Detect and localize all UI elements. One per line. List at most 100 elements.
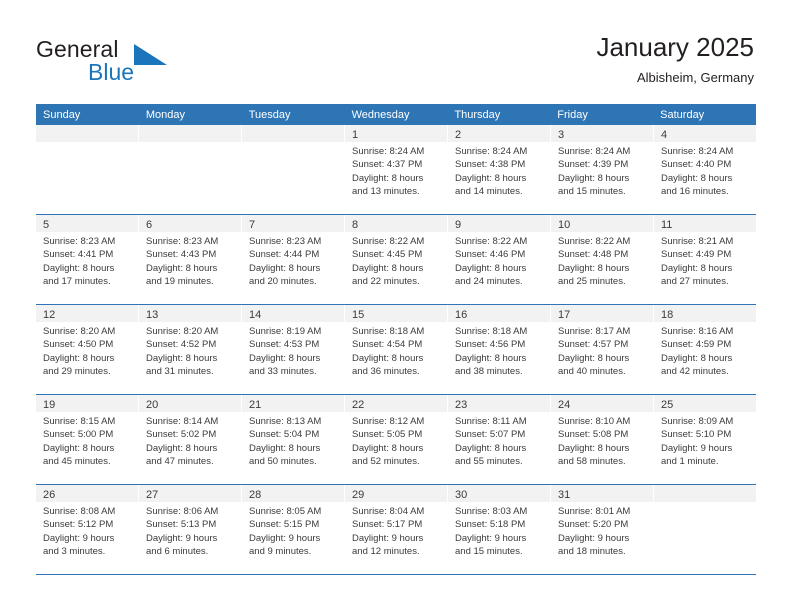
sunrise-text: Sunrise: 8:21 AM	[661, 236, 734, 247]
day-number-band: 9	[448, 215, 550, 232]
day-number: 22	[352, 399, 365, 411]
sunrise-text: Sunrise: 8:23 AM	[146, 236, 219, 247]
calendar-day-cell[interactable]: 8 Sunrise: 8:22 AM Sunset: 4:45 PM Daylight…	[345, 215, 448, 304]
calendar-day-cell[interactable]: 13 Sunrise: 8:20 AM Sunset: 4:52 PM Dayligh…	[139, 305, 242, 394]
day-number: 15	[352, 309, 365, 321]
day-number: 17	[558, 309, 571, 321]
calendar-day-cell[interactable]: 12 Sunrise: 8:20 AM Sunset: 4:50 PM Dayligh…	[36, 305, 139, 394]
calendar-day-cell[interactable]: 10 Sunrise: 8:22 AM Sunset: 4:48 PM Dayligh…	[551, 215, 654, 304]
daylight-text: Daylight: 8 hours	[661, 172, 733, 184]
calendar-day-cell[interactable]: 3 Sunrise: 8:24 AM Sunset: 4:39 PM Daylight…	[551, 125, 654, 214]
sunrise-text: Sunrise: 8:24 AM	[558, 146, 631, 157]
sunset-text: Sunset: 5:12 PM	[43, 519, 114, 531]
sunset-text: Sunset: 5:13 PM	[146, 519, 217, 531]
calendar-day-cell[interactable]: 6 Sunrise: 8:23 AM Sunset: 4:43 PM Daylight…	[139, 215, 242, 304]
daylight-text-cont: and 17 minutes.	[43, 276, 111, 288]
day-details: Sunrise: 8:06 AM Sunset: 5:13 PM Daylight:…	[139, 502, 241, 559]
day-number-band	[36, 125, 138, 142]
sunrise-text: Sunrise: 8:09 AM	[661, 416, 734, 427]
day-details: Sunrise: 8:12 AM Sunset: 5:05 PM Daylight:…	[345, 412, 447, 469]
daylight-text: Daylight: 8 hours	[455, 442, 527, 454]
day-details: Sunrise: 8:22 AM Sunset: 4:46 PM Daylight:…	[448, 232, 550, 289]
sunset-text: Sunset: 5:05 PM	[352, 429, 423, 441]
day-details	[139, 142, 241, 145]
sunset-text: Sunset: 4:52 PM	[146, 339, 217, 351]
calendar-day-cell[interactable]: 24 Sunrise: 8:10 AM Sunset: 5:08 PM Dayligh…	[551, 395, 654, 484]
calendar-day-cell[interactable]: 17 Sunrise: 8:17 AM Sunset: 4:57 PM Dayligh…	[551, 305, 654, 394]
day-details: Sunrise: 8:03 AM Sunset: 5:18 PM Daylight:…	[448, 502, 550, 559]
calendar-day-cell[interactable]: 29 Sunrise: 8:04 AM Sunset: 5:17 PM Dayligh…	[345, 485, 448, 574]
day-number-band: 31	[551, 485, 653, 502]
calendar-day-cell[interactable]: 1 Sunrise: 8:24 AM Sunset: 4:37 PM Daylight…	[345, 125, 448, 214]
daylight-text: Daylight: 8 hours	[352, 352, 424, 364]
day-number: 29	[352, 489, 365, 501]
daylight-text-cont: and 38 minutes.	[455, 366, 523, 378]
sunset-text: Sunset: 4:50 PM	[43, 339, 114, 351]
day-number-band: 22	[345, 395, 447, 412]
calendar-day-cell[interactable]: 18 Sunrise: 8:16 AM Sunset: 4:59 PM Dayligh…	[654, 305, 756, 394]
daylight-text: Daylight: 8 hours	[43, 352, 115, 364]
sunrise-text: Sunrise: 8:16 AM	[661, 326, 734, 337]
calendar-day-cell[interactable]: 21 Sunrise: 8:13 AM Sunset: 5:04 PM Dayligh…	[242, 395, 345, 484]
calendar-day-cell[interactable]: 9 Sunrise: 8:22 AM Sunset: 4:46 PM Daylight…	[448, 215, 551, 304]
weekday-header-sunday: Sunday	[43, 109, 81, 121]
calendar-day-cell[interactable]: 22 Sunrise: 8:12 AM Sunset: 5:05 PM Dayligh…	[345, 395, 448, 484]
sunrise-text: Sunrise: 8:17 AM	[558, 326, 631, 337]
day-number-band: 6	[139, 215, 241, 232]
day-number-band: 21	[242, 395, 344, 412]
sunset-text: Sunset: 4:37 PM	[352, 159, 423, 171]
calendar-day-cell[interactable]: 27 Sunrise: 8:06 AM Sunset: 5:13 PM Dayligh…	[139, 485, 242, 574]
calendar-day-cell[interactable]: 11 Sunrise: 8:21 AM Sunset: 4:49 PM Dayligh…	[654, 215, 756, 304]
calendar-day-cell[interactable]: 7 Sunrise: 8:23 AM Sunset: 4:44 PM Daylight…	[242, 215, 345, 304]
daylight-text-cont: and 25 minutes.	[558, 276, 626, 288]
day-number-band: 14	[242, 305, 344, 322]
daylight-text-cont: and 6 minutes.	[146, 546, 209, 558]
day-number-band: 17	[551, 305, 653, 322]
calendar-day-cell[interactable]: 23 Sunrise: 8:11 AM Sunset: 5:07 PM Dayligh…	[448, 395, 551, 484]
daylight-text: Daylight: 9 hours	[558, 532, 630, 544]
sunset-text: Sunset: 4:43 PM	[146, 249, 217, 261]
day-details: Sunrise: 8:10 AM Sunset: 5:08 PM Daylight:…	[551, 412, 653, 469]
sunset-text: Sunset: 4:46 PM	[455, 249, 526, 261]
sunset-text: Sunset: 4:41 PM	[43, 249, 114, 261]
calendar-day-cell[interactable]: 20 Sunrise: 8:14 AM Sunset: 5:02 PM Dayligh…	[139, 395, 242, 484]
daylight-text-cont: and 27 minutes.	[661, 276, 729, 288]
sunrise-text: Sunrise: 8:23 AM	[249, 236, 322, 247]
day-number-band: 23	[448, 395, 550, 412]
day-details: Sunrise: 8:18 AM Sunset: 4:56 PM Daylight:…	[448, 322, 550, 379]
calendar-day-cell[interactable]: 30 Sunrise: 8:03 AM Sunset: 5:18 PM Dayligh…	[448, 485, 551, 574]
daylight-text-cont: and 9 minutes.	[249, 546, 312, 558]
calendar-grid: Sunday Monday Tuesday Wednesday Thursday…	[36, 104, 756, 575]
calendar-week-row: 26 Sunrise: 8:08 AM Sunset: 5:12 PM Dayligh…	[36, 485, 756, 575]
sunset-text: Sunset: 4:57 PM	[558, 339, 629, 351]
general-blue-logo[interactable]: General Blue	[36, 36, 236, 92]
sunrise-text: Sunrise: 8:08 AM	[43, 506, 116, 517]
day-details: Sunrise: 8:20 AM Sunset: 4:50 PM Daylight:…	[36, 322, 138, 379]
day-details	[242, 142, 344, 145]
daylight-text-cont: and 20 minutes.	[249, 276, 317, 288]
calendar-day-cell[interactable]: 5 Sunrise: 8:23 AM Sunset: 4:41 PM Daylight…	[36, 215, 139, 304]
page-title: January 2025	[596, 32, 754, 62]
day-details: Sunrise: 8:19 AM Sunset: 4:53 PM Daylight:…	[242, 322, 344, 379]
calendar-day-cell[interactable]: 25 Sunrise: 8:09 AM Sunset: 5:10 PM Dayligh…	[654, 395, 756, 484]
calendar-day-cell[interactable]: 26 Sunrise: 8:08 AM Sunset: 5:12 PM Dayligh…	[36, 485, 139, 574]
calendar-day-cell[interactable]: 31 Sunrise: 8:01 AM Sunset: 5:20 PM Dayligh…	[551, 485, 654, 574]
day-number-band: 2	[448, 125, 550, 142]
sunset-text: Sunset: 5:00 PM	[43, 429, 114, 441]
calendar-day-cell[interactable]: 4 Sunrise: 8:24 AM Sunset: 4:40 PM Daylight…	[654, 125, 756, 214]
sunrise-text: Sunrise: 8:13 AM	[249, 416, 322, 427]
day-details: Sunrise: 8:04 AM Sunset: 5:17 PM Daylight:…	[345, 502, 447, 559]
calendar-day-cell[interactable]: 19 Sunrise: 8:15 AM Sunset: 5:00 PM Dayligh…	[36, 395, 139, 484]
daylight-text: Daylight: 8 hours	[352, 442, 424, 454]
day-details: Sunrise: 8:21 AM Sunset: 4:49 PM Daylight:…	[654, 232, 756, 289]
sunrise-text: Sunrise: 8:01 AM	[558, 506, 631, 517]
sunset-text: Sunset: 4:44 PM	[249, 249, 320, 261]
sunrise-text: Sunrise: 8:11 AM	[455, 416, 527, 427]
calendar-day-cell[interactable]: 15 Sunrise: 8:18 AM Sunset: 4:54 PM Dayligh…	[345, 305, 448, 394]
sunrise-text: Sunrise: 8:10 AM	[558, 416, 631, 427]
calendar-day-cell[interactable]: 28 Sunrise: 8:05 AM Sunset: 5:15 PM Dayligh…	[242, 485, 345, 574]
calendar-day-cell[interactable]: 2 Sunrise: 8:24 AM Sunset: 4:38 PM Daylight…	[448, 125, 551, 214]
calendar-day-cell[interactable]: 14 Sunrise: 8:19 AM Sunset: 4:53 PM Dayligh…	[242, 305, 345, 394]
day-number-band: 11	[654, 215, 756, 232]
calendar-day-cell[interactable]: 16 Sunrise: 8:18 AM Sunset: 4:56 PM Dayligh…	[448, 305, 551, 394]
